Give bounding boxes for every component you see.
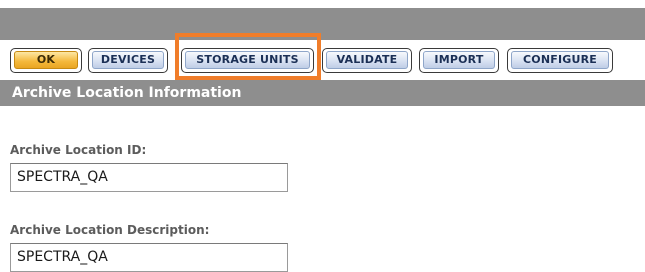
devices-button-label: DEVICES [92, 51, 164, 69]
import-button-label: IMPORT [423, 51, 495, 69]
section-title: Archive Location Information [12, 85, 242, 101]
archive-location-description-label: Archive Location Description: [10, 223, 210, 237]
devices-button[interactable]: DEVICES [88, 48, 168, 73]
archive-location-id-label: Archive Location ID: [10, 143, 147, 157]
top-bar [0, 8, 645, 40]
validate-button-label: VALIDATE [326, 51, 408, 69]
archive-location-id-value: SPECTRA_QA [17, 169, 108, 185]
validate-button[interactable]: VALIDATE [322, 48, 412, 73]
ok-button[interactable]: OK [10, 48, 82, 73]
section-header: Archive Location Information [0, 80, 645, 106]
import-button[interactable]: IMPORT [419, 48, 499, 73]
configure-button[interactable]: CONFIGURE [507, 48, 613, 73]
ok-button-label: OK [14, 51, 78, 69]
archive-location-description-value: SPECTRA_QA [17, 249, 108, 265]
archive-location-id-field[interactable]: SPECTRA_QA [10, 163, 288, 192]
archive-location-description-field[interactable]: SPECTRA_QA [10, 243, 288, 272]
configure-button-label: CONFIGURE [511, 51, 609, 69]
storage-units-highlight-outline [175, 33, 321, 80]
